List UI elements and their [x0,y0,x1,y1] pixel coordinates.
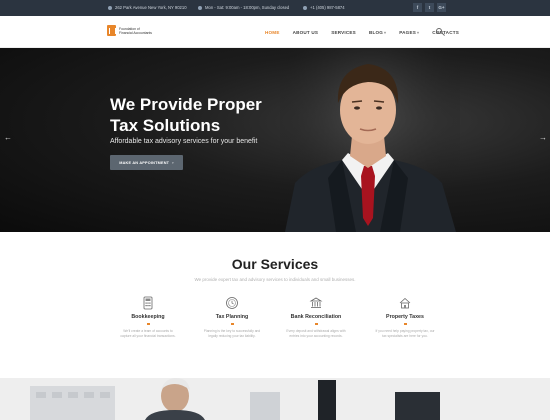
service-description: If you need help paying property tax, ou… [366,329,444,339]
social-links: f t G+ [413,3,446,12]
chevron-right-icon: › [172,160,174,165]
hero-title-line-2: Tax Solutions [110,116,221,135]
service-name: Property Taxes [386,314,424,320]
service-description-line: entries into your accounting records. [289,333,343,338]
nav-item-services[interactable]: SERVICES [331,30,356,35]
service-name: Bank Reconciliation [290,314,342,320]
service-card[interactable]: Property Taxes If you need help paying p… [366,296,444,339]
service-description-line: capture all your financial transactions. [120,333,176,338]
clock-icon [198,5,202,10]
service-description-line: If you need help paying property tax, ou… [375,328,435,333]
phone-icon [303,5,307,10]
logo-text: Foundation of Financial Accountants [119,26,152,35]
bank-icon [309,296,323,310]
phone-text[interactable]: +1 (405) 987-5874 [310,5,345,10]
address-item: 262 Park Avenue New York, NY 90210 [108,5,187,10]
service-description-line: Every deposit and withdrawal aligns with [286,328,346,333]
service-card[interactable]: Tax Planning Planning is the key to succ… [193,296,271,339]
top-info-bar: 262 Park Avenue New York, NY 90210 Mon -… [0,0,550,16]
service-description: Every deposit and withdrawal aligns with… [277,329,355,339]
service-card[interactable]: Bookkeeping We'll create a team of accou… [109,296,187,339]
hero-title-line-1: We Provide Proper [110,95,262,114]
services-subtitle: We provide expert tax and advisory servi… [194,277,356,282]
site-header: Foundation of Financial Accountants HOME… [0,16,550,48]
make-appointment-button[interactable]: MAKE AN APPOINTMENT › [110,155,183,170]
about-teaser-section [0,378,550,420]
nav-item-pages-label: PAGES [399,30,416,35]
slider-next-arrow-icon[interactable]: → [539,133,547,142]
service-description-line: tax specialists are here for you. [382,333,428,338]
hero-subtitle: Affordable tax advisory services for you… [110,138,258,145]
service-divider [146,323,150,325]
service-divider [403,323,407,325]
slider-prev-arrow-icon[interactable]: ← [4,133,12,142]
businessman-photo [280,48,460,232]
service-name: Tax Planning [215,314,249,320]
nav-item-blog[interactable]: BLOG▾ [369,30,386,35]
services-title: Our Services [231,256,319,272]
chevron-down-icon: ▾ [416,30,420,35]
service-description-line: Planning is the key to successfully and [203,328,261,333]
hero-slider: We Provide Proper Tax Solutions Affordab… [0,48,550,232]
logo-mark-icon [107,25,116,36]
phone-item[interactable]: +1 (405) 987-5874 [303,5,345,10]
nav-item-home[interactable]: HOME [265,30,280,35]
service-description: We'll create a team of accounts to captu… [109,329,187,339]
chevron-down-icon: ▾ [384,30,387,35]
service-description-line: legally reducing your tax liability. [208,333,256,338]
hours-text: Mon - Sat: 9:00am - 18:00pm, Sunday clos… [205,5,290,10]
google-plus-icon[interactable]: G+ [437,3,446,12]
location-pin-icon [108,5,112,10]
twitter-icon[interactable]: t [425,3,434,12]
service-divider [314,323,318,325]
clock-money-icon [225,296,239,310]
office-photo [0,378,550,420]
nav-item-blog-label: BLOG [368,30,384,35]
hero-title: We Provide Proper Tax Solutions [110,94,280,136]
service-divider [230,323,234,325]
service-name: Bookkeeping [131,314,165,320]
site-logo[interactable]: Foundation of Financial Accountants [107,25,154,36]
make-appointment-label: MAKE AN APPOINTMENT [119,160,170,165]
calculator-icon [141,296,155,310]
service-card[interactable]: Bank Reconciliation Every deposit and wi… [277,296,355,339]
hours-item: Mon - Sat: 9:00am - 18:00pm, Sunday clos… [198,5,289,10]
address-text: 262 Park Avenue New York, NY 90210 [115,5,187,10]
search-icon[interactable] [436,28,442,34]
nav-item-about-us[interactable]: ABOUT US [293,30,319,35]
facebook-icon[interactable]: f [413,3,422,12]
house-icon [398,296,412,310]
service-description: Planning is the key to successfully and … [193,329,271,339]
nav-item-pages[interactable]: PAGES▾ [399,30,419,35]
